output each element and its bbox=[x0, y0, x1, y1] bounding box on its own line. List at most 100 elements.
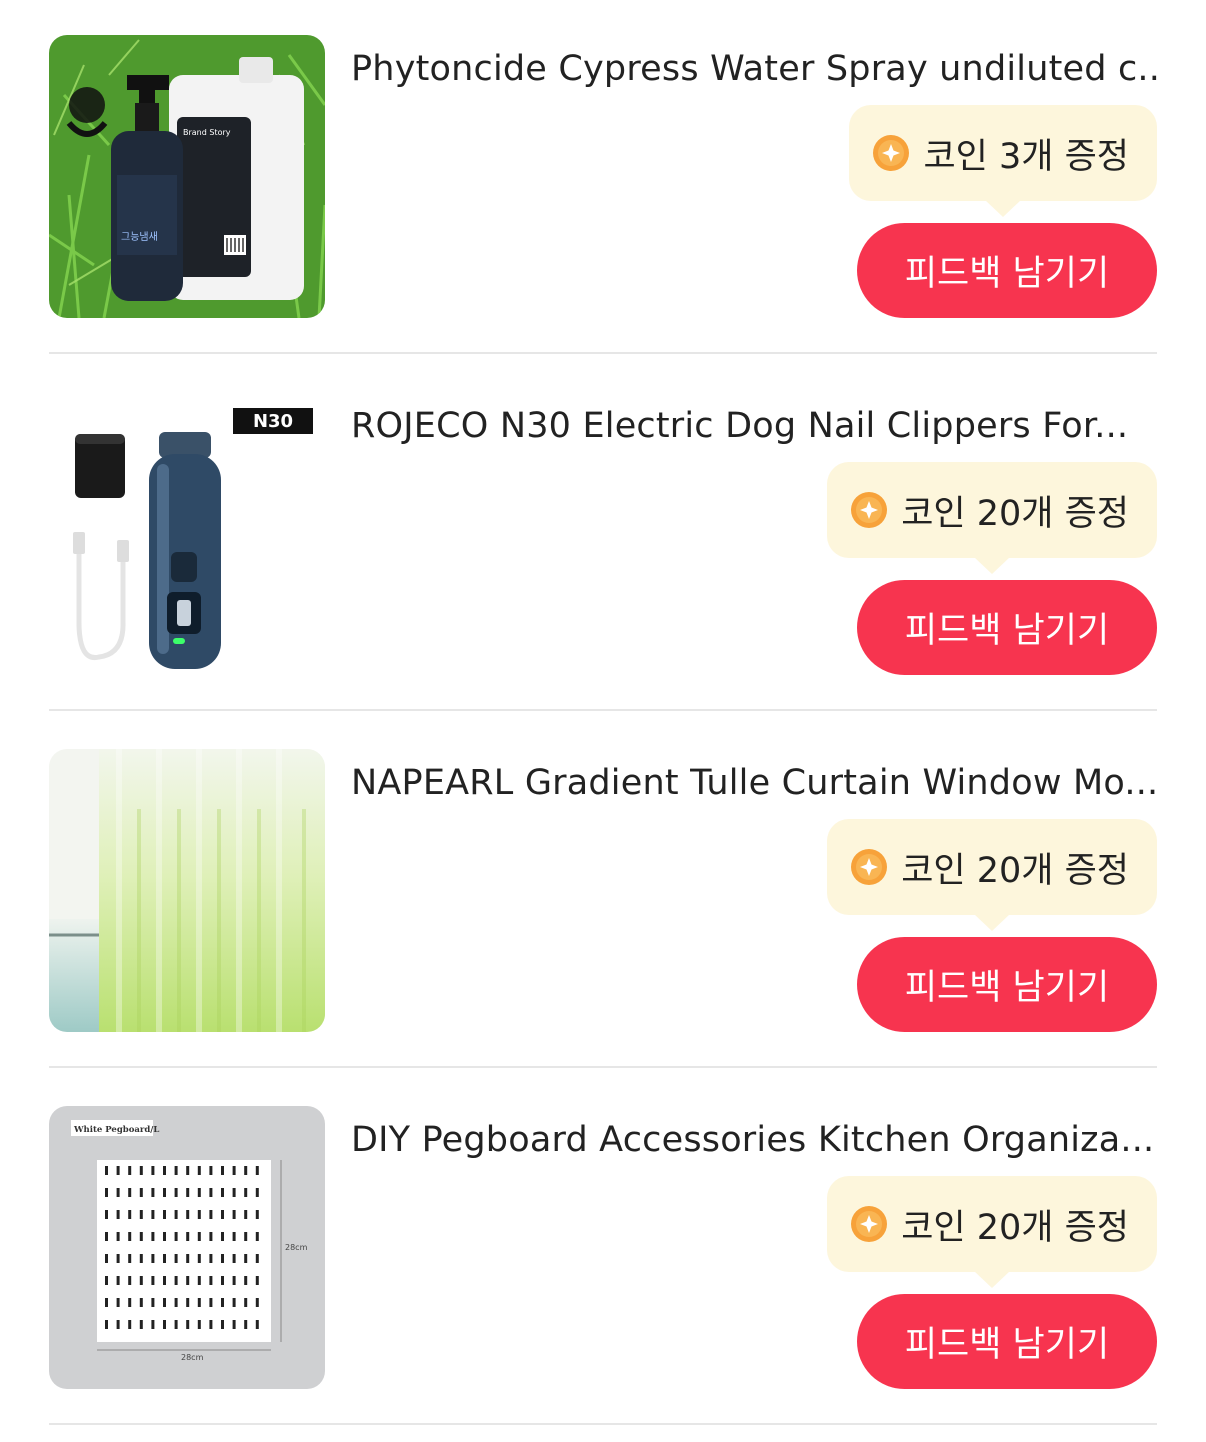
peg-slot bbox=[255, 1188, 259, 1197]
coin-reward-text: 코인 20개 증정 bbox=[901, 1207, 1129, 1248]
peg-slot bbox=[232, 1276, 236, 1285]
peg-slot bbox=[105, 1276, 108, 1285]
peg-slot bbox=[139, 1298, 143, 1307]
peg-slot bbox=[151, 1298, 155, 1307]
peg-slot bbox=[255, 1210, 259, 1219]
peg-slot bbox=[186, 1298, 190, 1307]
coin-icon bbox=[851, 492, 888, 528]
peg-slot bbox=[139, 1320, 143, 1329]
pegboard-label-text: White Pegboard/L bbox=[73, 1125, 159, 1135]
peg-slot bbox=[232, 1254, 236, 1263]
peg-slot bbox=[209, 1320, 213, 1329]
peg-slot bbox=[163, 1254, 166, 1263]
peg-slot bbox=[139, 1276, 143, 1285]
peg-slot bbox=[163, 1276, 166, 1285]
peg-slot bbox=[221, 1232, 224, 1241]
coin-reward-badge: 코인 20개 증정 bbox=[827, 819, 1157, 931]
peg-slot bbox=[197, 1166, 201, 1175]
peg-slot bbox=[128, 1188, 132, 1197]
peg-slot bbox=[105, 1232, 108, 1241]
leave-feedback-button[interactable]: 피드백 남기기 bbox=[857, 1294, 1157, 1389]
peg-slot bbox=[116, 1166, 120, 1175]
peg-slot bbox=[174, 1298, 178, 1307]
peg-slot bbox=[163, 1166, 166, 1175]
peg-slot bbox=[151, 1276, 155, 1285]
peg-slot bbox=[163, 1320, 166, 1329]
peg-slot bbox=[174, 1188, 178, 1197]
product-thumbnail[interactable]: White Pegboard/L 28cm 28cm bbox=[49, 1106, 325, 1389]
peg-slot bbox=[221, 1254, 224, 1263]
leave-feedback-button[interactable]: 피드백 남기기 bbox=[857, 937, 1157, 1032]
peg-slot bbox=[139, 1166, 143, 1175]
peg-slot bbox=[209, 1232, 213, 1241]
peg-slot bbox=[197, 1276, 201, 1285]
peg-slot bbox=[197, 1254, 201, 1263]
list-item: N30 ROJECO N30 Electric Dog Nail Clipper… bbox=[49, 392, 1157, 676]
product-title[interactable]: Phytoncide Cypress Water Spray undiluted… bbox=[351, 47, 1157, 91]
peg-slot bbox=[232, 1188, 236, 1197]
peg-slot bbox=[128, 1298, 132, 1307]
peg-slot bbox=[221, 1210, 224, 1219]
peg-slot bbox=[197, 1188, 201, 1197]
peg-slot bbox=[244, 1232, 248, 1241]
peg-slot bbox=[174, 1276, 178, 1285]
peg-slot bbox=[255, 1320, 259, 1329]
peg-slot bbox=[186, 1254, 190, 1263]
peg-slot bbox=[128, 1276, 132, 1285]
peg-slot bbox=[151, 1188, 155, 1197]
peg-slot bbox=[186, 1188, 190, 1197]
peg-slot bbox=[105, 1188, 108, 1197]
peg-slot bbox=[128, 1254, 132, 1263]
peg-slot bbox=[105, 1210, 108, 1219]
peg-slot bbox=[209, 1254, 213, 1263]
peg-slot bbox=[151, 1210, 155, 1219]
peg-slot bbox=[116, 1232, 120, 1241]
divider bbox=[49, 1423, 1157, 1425]
peg-slot bbox=[197, 1320, 201, 1329]
peg-slot bbox=[116, 1298, 120, 1307]
peg-slot bbox=[232, 1232, 236, 1241]
product-title[interactable]: DIY Pegboard Accessories Kitchen Organiz… bbox=[351, 1118, 1157, 1162]
product-title[interactable]: ROJECO N30 Electric Dog Nail Clippers Fo… bbox=[351, 404, 1157, 448]
peg-slot bbox=[244, 1166, 248, 1175]
peg-slot bbox=[186, 1276, 190, 1285]
peg-slot bbox=[105, 1166, 108, 1175]
divider bbox=[49, 709, 1157, 711]
peg-slot bbox=[232, 1166, 236, 1175]
peg-slot bbox=[209, 1210, 213, 1219]
coin-icon bbox=[873, 135, 910, 171]
peg-slot bbox=[174, 1210, 178, 1219]
jug-label-text: Brand Story bbox=[183, 128, 231, 137]
divider bbox=[49, 1066, 1157, 1068]
peg-slot bbox=[197, 1210, 201, 1219]
product-title[interactable]: NAPEARL Gradient Tulle Curtain Window Mo… bbox=[351, 761, 1157, 805]
peg-slot bbox=[105, 1320, 108, 1329]
model-label-text: N30 bbox=[253, 411, 293, 432]
peg-slot bbox=[244, 1210, 248, 1219]
product-thumbnail[interactable]: N30 bbox=[49, 392, 325, 675]
peg-slot bbox=[209, 1276, 213, 1285]
peg-slot bbox=[197, 1298, 201, 1307]
peg-slot bbox=[139, 1254, 143, 1263]
peg-slot bbox=[209, 1298, 213, 1307]
peg-slot bbox=[186, 1320, 190, 1329]
product-thumbnail[interactable]: Brand Story 그능냄새 bbox=[49, 35, 325, 318]
peg-slot bbox=[128, 1320, 132, 1329]
peg-slot bbox=[221, 1320, 224, 1329]
leave-feedback-button[interactable]: 피드백 남기기 bbox=[857, 223, 1157, 318]
peg-slot bbox=[197, 1232, 201, 1241]
peg-slot bbox=[105, 1254, 108, 1263]
coin-icon bbox=[851, 849, 888, 885]
product-thumbnail[interactable] bbox=[49, 749, 325, 1032]
peg-slot bbox=[244, 1320, 248, 1329]
peg-slot bbox=[255, 1166, 259, 1175]
peg-slot bbox=[116, 1320, 120, 1329]
peg-slot bbox=[209, 1166, 213, 1175]
coin-reward-text: 코인 3개 증정 bbox=[923, 136, 1129, 177]
peg-slot bbox=[244, 1188, 248, 1197]
peg-slot bbox=[221, 1166, 224, 1175]
leave-feedback-button[interactable]: 피드백 남기기 bbox=[857, 580, 1157, 675]
bottle-label-text: 그능냄새 bbox=[121, 231, 158, 243]
peg-slot bbox=[116, 1210, 120, 1219]
peg-slot bbox=[255, 1232, 259, 1241]
